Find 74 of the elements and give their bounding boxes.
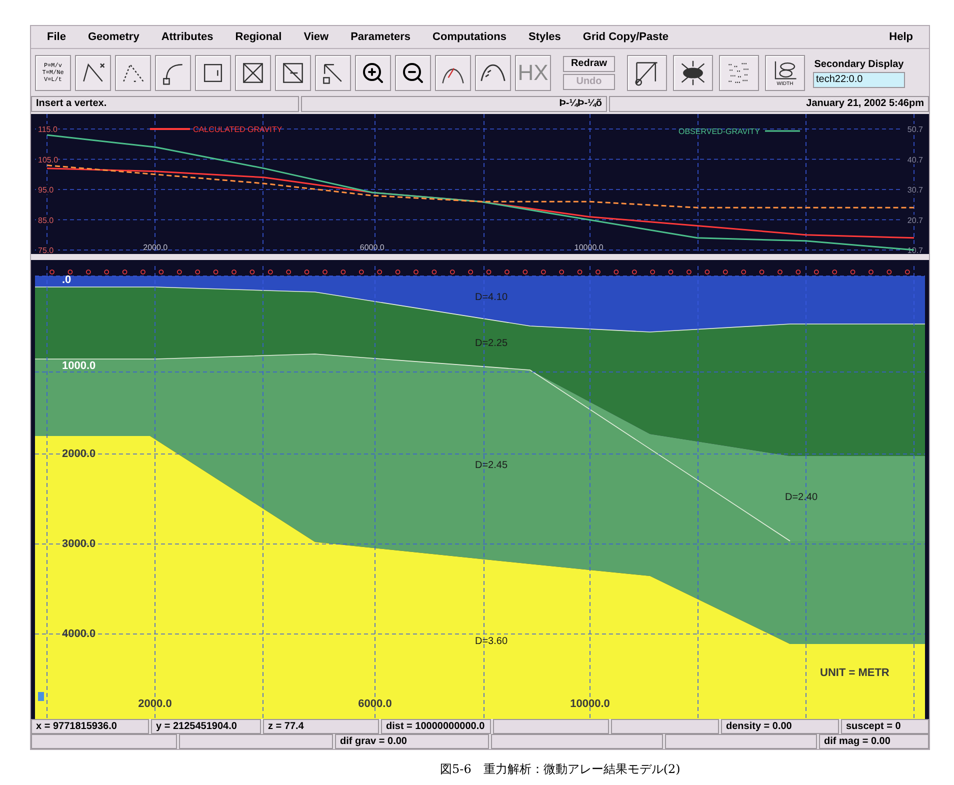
legend-line (150, 128, 190, 130)
readout-field: dist = 10000000000.0 (381, 719, 491, 734)
zoom-out-icon (401, 60, 425, 84)
readout-field: density = 0.00 (721, 719, 839, 734)
axis-label: 50.7 (907, 125, 923, 134)
axis-label: 6000.0 (360, 243, 384, 252)
menu-item[interactable]: File (47, 28, 66, 46)
geometry-diagram-button[interactable] (627, 54, 667, 90)
field-lines-icon (679, 58, 707, 86)
distance-label: 2000.0 (138, 698, 172, 710)
secondary-display-label: Secondary Display (814, 58, 904, 72)
status-date: January 21, 2002 5:46pm (609, 96, 929, 112)
readout-field: dif mag = 0.00 (819, 734, 929, 749)
legend-label: OBSERVED-GRAVITY (678, 127, 760, 136)
zoom-out-button[interactable] (395, 54, 431, 90)
depth-label: 2000.0 (62, 448, 96, 460)
status-text: Þ-¼Þ-¼õ (301, 96, 607, 112)
menu-item[interactable]: Styles (528, 28, 561, 46)
readout-field: z = 77.4 (263, 719, 379, 734)
curve-icon (480, 64, 506, 82)
menu-item[interactable]: Grid Copy/Paste (582, 28, 668, 46)
density-label: D=2.45 (475, 460, 508, 471)
axis-label: 75.0 (38, 246, 54, 254)
profile-tool-button[interactable] (435, 54, 471, 90)
axis-label: 105.0 (38, 155, 58, 164)
density-label: D=3.60 (475, 636, 508, 647)
density-label: D=4.10 (475, 292, 508, 303)
depth-label: 1000.0 (62, 360, 96, 372)
axis-label: 30.7 (907, 186, 923, 194)
axis-label: 115.0 (38, 125, 58, 134)
menu-item[interactable]: Parameters (350, 28, 411, 46)
depth-label: 4000.0 (62, 628, 96, 640)
menu-item[interactable]: Attributes (161, 28, 214, 46)
axis-label: 2000.0 (143, 243, 168, 252)
split-tool-button[interactable] (235, 54, 271, 90)
axis-label: 20.7 (907, 216, 923, 225)
figure-caption: 図5-6 重力解析：微動アレー結果モデル(2) (440, 761, 682, 778)
menu-item[interactable]: Regional (235, 28, 282, 46)
density-label: D=2.25 (475, 338, 508, 349)
curve-tool-button[interactable] (155, 54, 191, 90)
menu-item[interactable]: Geometry (88, 28, 140, 46)
depth-label: .0 (62, 274, 72, 286)
split-tool-button[interactable] (275, 54, 311, 90)
zoom-in-button[interactable] (355, 54, 391, 90)
readout-field: dif grav = 0.00 (335, 734, 489, 749)
legend-line (765, 130, 800, 132)
axis-label: 10000.0 (574, 243, 604, 252)
axis-label: 95.0 (38, 186, 54, 194)
distance-label: 10000.0 (570, 698, 610, 710)
legend-label: CALCULATED GRAVITY (193, 125, 282, 134)
readout-field: x = 9771815936.0 (31, 719, 149, 734)
rectangle-tool-button[interactable] (195, 54, 231, 90)
marker-icon (38, 692, 44, 701)
axis-label: 40.7 (907, 155, 923, 164)
menu-item[interactable]: View (304, 28, 329, 46)
depth-label: 3000.0 (62, 538, 96, 550)
secondary-display-field[interactable]: tech22:0.0 (813, 72, 905, 88)
noise-pattern-button[interactable] (719, 54, 759, 90)
profile-tool-button[interactable] (475, 54, 511, 90)
status-message: Insert a vertex. (31, 96, 299, 112)
zoom-in-icon (361, 60, 385, 84)
unit-label: UNIT = METR (820, 667, 890, 679)
menu-item[interactable]: Help (889, 28, 913, 46)
density-label: D=2.40 (785, 492, 818, 503)
readout-field: suscept = 0 (841, 719, 929, 734)
distance-label: 6000.0 (358, 698, 392, 710)
polyline-tool-button[interactable] (75, 54, 111, 90)
vertex-tool-button[interactable] (315, 54, 351, 90)
blob-icon (772, 58, 798, 80)
axis-label: 85.0 (38, 216, 54, 225)
readout-field: y = 2125451904.0 (151, 719, 261, 734)
redraw-button[interactable]: Redraw (563, 56, 615, 72)
field-lines-button[interactable] (673, 54, 713, 90)
menu-item[interactable]: Computations (432, 28, 506, 46)
